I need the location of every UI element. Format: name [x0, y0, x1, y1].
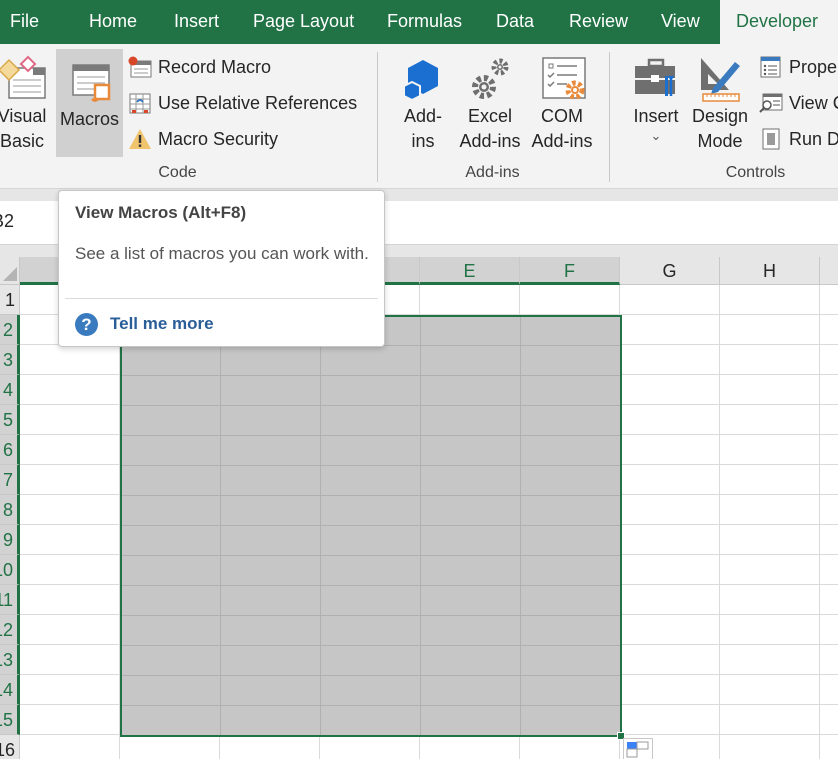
com-addins-label: COM Add-ins	[531, 106, 593, 151]
tab-view[interactable]: View	[661, 0, 700, 44]
row-header-label: 15	[0, 710, 13, 730]
addins-icon	[403, 60, 438, 102]
addins-button[interactable]: Add- ins	[396, 52, 450, 157]
row-header-label: 6	[2, 440, 13, 460]
view-code-icon	[759, 93, 783, 113]
row-header-label: 16	[0, 740, 15, 759]
row-header-11[interactable]: 11	[0, 585, 20, 615]
row-header-label: 12	[0, 620, 13, 640]
row-header-label: 9	[2, 530, 13, 550]
row-header-label: 4	[2, 380, 13, 400]
row-header-10[interactable]: 10	[0, 555, 20, 585]
tab-review[interactable]: Review	[569, 0, 628, 44]
column-header-h[interactable]: H	[720, 257, 820, 285]
select-all-button[interactable]	[0, 257, 20, 285]
tooltip-divider	[65, 298, 378, 299]
row-header-9[interactable]: 9	[0, 525, 20, 555]
tab-file[interactable]: File	[10, 0, 39, 44]
design-mode-button[interactable]: Design Mode	[689, 52, 751, 162]
row-header-label: 11	[0, 590, 13, 610]
row-header-label: 7	[2, 470, 13, 490]
row-header-label: 8	[2, 500, 13, 520]
record-macro-icon	[128, 56, 152, 78]
row-header-label: 10	[0, 560, 13, 580]
tell-me-more-label: Tell me more	[110, 314, 214, 333]
run-dialog-label: Run D	[789, 129, 838, 149]
row-header-2[interactable]: 2	[0, 315, 20, 345]
group-separator	[377, 52, 378, 182]
warning-icon	[129, 129, 151, 149]
row-header-label: 14	[0, 680, 13, 700]
quick-analysis-button[interactable]	[623, 738, 653, 759]
row-header-6[interactable]: 6	[0, 435, 20, 465]
addins-label: Add- ins	[403, 106, 443, 151]
row-header-1[interactable]: 1	[0, 285, 20, 315]
properties-icon	[760, 56, 781, 78]
chevron-down-icon: ⌄	[650, 128, 662, 143]
row-header-13[interactable]: 13	[0, 645, 20, 675]
tab-formulas[interactable]: Formulas	[387, 0, 462, 44]
tab-developer[interactable]: Developer	[720, 0, 838, 44]
quick-analysis-icon	[626, 741, 649, 758]
tab-data[interactable]: Data	[496, 0, 534, 44]
relative-references-icon	[129, 93, 151, 114]
group-label-controls: Controls	[725, 164, 786, 181]
insert-control-label: Insert	[633, 106, 679, 126]
design-mode-label: Design Mode	[691, 106, 749, 151]
macros-button[interactable]: Macros	[56, 49, 123, 157]
gears-icon	[472, 58, 509, 99]
properties-label: Prope	[789, 57, 838, 77]
visual-basic-icon	[0, 55, 46, 99]
macros-icon	[71, 64, 110, 102]
macros-tooltip: View Macros (Alt+F8) See a list of macro…	[58, 190, 385, 347]
help-icon: ?	[75, 313, 98, 336]
macro-security-label: Macro Security	[158, 129, 279, 149]
name-box[interactable]: B2	[0, 211, 14, 232]
row-header-label: 1	[4, 290, 15, 310]
visual-basic-label: Visual Basic	[0, 106, 47, 151]
selected-range[interactable]	[120, 315, 622, 737]
row-header-16[interactable]: 16	[0, 735, 20, 759]
row-header-5[interactable]: 5	[0, 405, 20, 435]
row-header-12[interactable]: 12	[0, 615, 20, 645]
group-label-addins: Add-ins	[465, 164, 520, 181]
record-macro-label: Record Macro	[158, 57, 272, 77]
run-dialog-icon	[762, 128, 780, 150]
column-header-e[interactable]: E	[420, 257, 520, 285]
tab-insert[interactable]: Insert	[174, 0, 219, 44]
excel-addins-button[interactable]: Excel Add-ins	[456, 52, 524, 157]
excel-addins-label: Excel Add-ins	[459, 106, 521, 151]
column-header-i[interactable]	[820, 257, 838, 285]
row-header-label: 2	[2, 320, 13, 340]
design-mode-icon	[701, 58, 740, 102]
insert-control-button[interactable]: Insert ⌄	[627, 52, 685, 162]
row-header-3[interactable]: 3	[0, 345, 20, 375]
use-relative-references-label: Use Relative References	[158, 93, 358, 113]
ribbon-tab-bar: File Home Insert Page Layout Formulas Da…	[0, 0, 838, 44]
row-header-label: 5	[2, 410, 13, 430]
tooltip-title: View Macros (Alt+F8)	[75, 203, 247, 222]
row-header-15[interactable]: 15	[0, 705, 20, 735]
row-header-8[interactable]: 8	[0, 495, 20, 525]
group-label-code: Code	[158, 164, 197, 181]
ribbon: Visual Basic Macros Record Macro Use Rel…	[0, 44, 838, 189]
column-header-f[interactable]: F	[520, 257, 620, 285]
macros-label: Macros	[59, 109, 119, 129]
tooltip-description: See a list of macros you can work with.	[75, 244, 369, 263]
tab-page-layout[interactable]: Page Layout	[253, 0, 354, 44]
row-header-4[interactable]: 4	[0, 375, 20, 405]
visual-basic-button[interactable]: Visual Basic	[0, 52, 52, 157]
row-header-label: 13	[0, 650, 13, 670]
row-header-7[interactable]: 7	[0, 465, 20, 495]
tab-home[interactable]: Home	[89, 0, 137, 44]
toolbox-icon	[635, 58, 675, 96]
view-code-label: View C	[789, 93, 838, 113]
column-header-g[interactable]: G	[620, 257, 720, 285]
row-header-14[interactable]: 14	[0, 675, 20, 705]
row-header-label: 3	[2, 350, 13, 370]
com-addins-icon	[542, 57, 586, 100]
group-separator	[609, 52, 610, 182]
com-addins-button[interactable]: COM Add-ins	[528, 52, 596, 157]
